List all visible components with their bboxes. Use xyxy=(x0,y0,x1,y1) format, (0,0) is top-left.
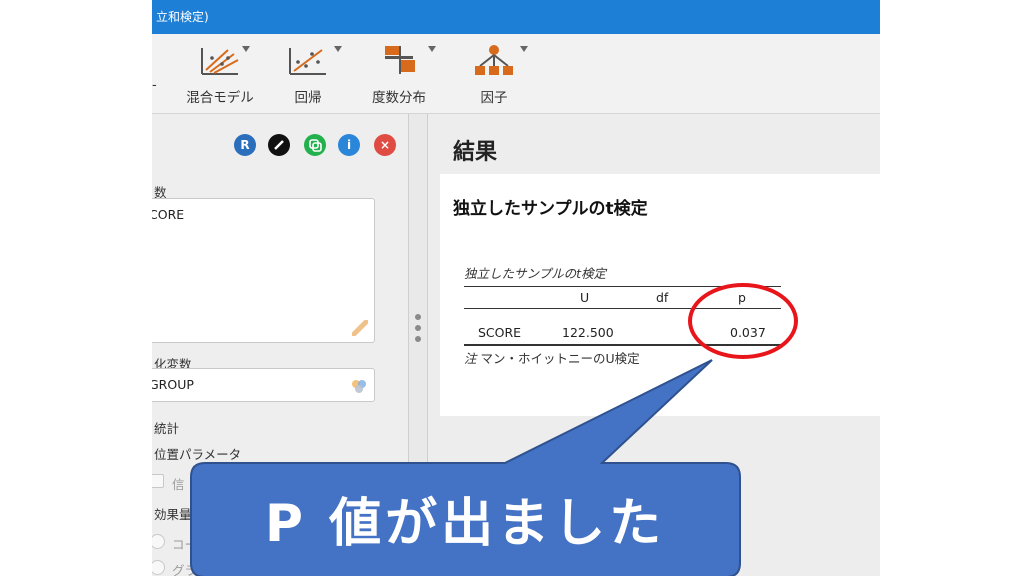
results-card: 独立したサンプルのt検定 独立したサンプルのt検定 U df p SCORE 1… xyxy=(440,174,880,416)
ribbon-factor[interactable]: 因子 xyxy=(454,42,534,110)
ribbon-label: 因子 xyxy=(480,90,508,106)
ribbon-label: 回帰 xyxy=(294,90,322,106)
confidence-checkbox[interactable] xyxy=(152,474,164,488)
ribbon-mixed-model[interactable]: 混合モデル xyxy=(174,42,266,110)
callout-text: P 値が出ました xyxy=(264,494,666,554)
edit-icon[interactable] xyxy=(268,134,290,156)
row-name: SCORE xyxy=(478,325,522,340)
ribbon-regression[interactable]: 回帰 xyxy=(272,42,344,110)
grouping-variable-value: GROUP xyxy=(152,377,194,392)
ribbon-label: 混合モデル xyxy=(186,90,254,106)
splitter-handle-dot[interactable] xyxy=(415,314,421,320)
chevron-down-icon xyxy=(520,46,528,52)
splitter-handle-dot[interactable] xyxy=(415,325,421,331)
regression-icon xyxy=(289,48,326,75)
grouping-variable-box[interactable]: GROUP xyxy=(152,368,375,402)
table-caption: 独立したサンプルのt検定 xyxy=(464,266,607,281)
window-title: 立和検定) xyxy=(156,10,209,24)
confidence-label: 信 xyxy=(172,477,185,492)
chevron-down-icon xyxy=(242,46,250,52)
table-note: 注 マン・ホイットニーのU検定 xyxy=(464,351,640,366)
mixed-model-icon xyxy=(201,48,239,75)
analysis-ribbon: - 混合モデル 回帰 度数分布 因子 xyxy=(152,34,880,114)
copy-icon[interactable] xyxy=(304,134,326,156)
info-icon[interactable]: i xyxy=(338,134,360,156)
ribbon-frequencies[interactable]: 度数分布 xyxy=(358,42,440,110)
ruler-icon xyxy=(352,320,368,336)
column-header-df: df xyxy=(656,290,669,305)
ribbon-edge-label: - xyxy=(152,78,157,93)
splitter-handle-dot[interactable] xyxy=(415,336,421,342)
r-icon[interactable]: R xyxy=(234,134,256,156)
dependent-variable-box[interactable]: CORE xyxy=(152,198,375,343)
close-icon[interactable]: × xyxy=(374,134,396,156)
title-bar: 立和検定) xyxy=(152,0,880,34)
chevron-down-icon xyxy=(334,46,342,52)
frequencies-icon xyxy=(385,46,415,74)
factor-icon xyxy=(475,45,513,75)
results-heading: 結果 xyxy=(453,140,498,165)
column-header-u: U xyxy=(580,290,590,305)
cell-u: 122.500 xyxy=(562,325,614,340)
statistics-label: 統計 xyxy=(154,421,180,436)
dependent-variable-value: CORE xyxy=(152,207,185,222)
location-parameter-label: 位置パラメータ xyxy=(154,447,242,462)
nominal-icon xyxy=(352,380,366,393)
p-value-highlight-ring xyxy=(688,283,798,359)
effect-size-label: 効果量 xyxy=(154,507,192,522)
ribbon-label: 度数分布 xyxy=(372,90,426,106)
analysis-title: 独立したサンプルのt検定 xyxy=(453,199,648,219)
chevron-down-icon xyxy=(428,46,436,52)
slide: 立和検定) - 混合モデル 回帰 度数分布 因子 R i × 数 CORE 化変… xyxy=(0,0,1024,576)
